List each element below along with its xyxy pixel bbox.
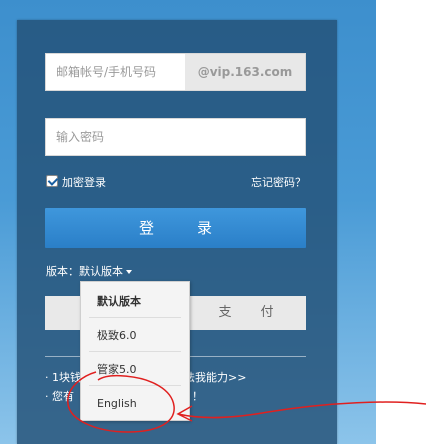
notice-2-text: · 您有: [45, 390, 74, 403]
forgot-password-link[interactable]: 忘记密码？: [251, 174, 306, 190]
password-input[interactable]: [46, 119, 296, 155]
account-field[interactable]: @vip.163.com: [45, 53, 306, 91]
version-option-extreme[interactable]: 极致6.0: [89, 320, 181, 352]
notice-1-text: · 1块钱: [45, 371, 81, 384]
login-button[interactable]: 登 录: [45, 208, 306, 248]
version-option-english[interactable]: English: [89, 388, 181, 420]
encrypt-login-label[interactable]: 加密登录: [62, 174, 106, 190]
version-label[interactable]: 版本：默认版本: [46, 265, 123, 278]
pay-button[interactable]: 支 付: [186, 296, 306, 330]
page-background-right: [376, 0, 426, 444]
version-option-default[interactable]: 默认版本: [89, 286, 181, 318]
version-selector[interactable]: 版本：默认版本: [46, 263, 132, 279]
version-dropdown-menu: 默认版本 极致6.0 管家5.0 English: [80, 281, 190, 421]
notice-2-end: ！: [192, 390, 203, 403]
login-options-row: 加密登录 忘记密码？: [46, 173, 306, 189]
caret-down-icon[interactable]: [126, 270, 132, 274]
encrypt-checkbox[interactable]: [46, 175, 58, 187]
password-field[interactable]: [45, 118, 306, 156]
domain-suffix: @vip.163.com: [185, 54, 305, 90]
version-option-butler[interactable]: 管家5.0: [89, 354, 181, 386]
account-input[interactable]: [46, 54, 186, 90]
